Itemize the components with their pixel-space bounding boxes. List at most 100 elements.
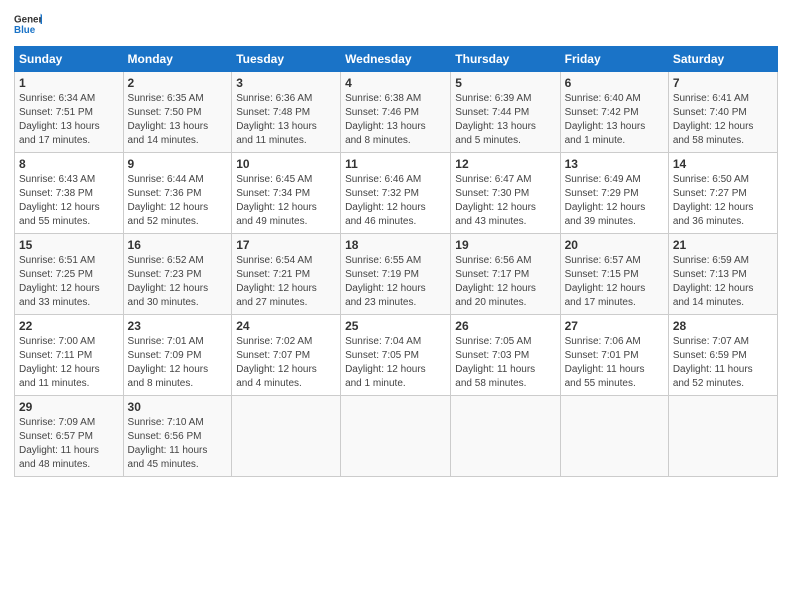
day-info: Daylight: 12 hours	[19, 201, 119, 215]
day-info: Daylight: 13 hours	[236, 120, 336, 134]
day-info: Sunset: 7:25 PM	[19, 268, 119, 282]
day-info: Daylight: 13 hours	[565, 120, 664, 134]
day-info: Sunrise: 6:57 AM	[565, 254, 664, 268]
day-info: Daylight: 11 hours	[455, 363, 555, 377]
day-info: and 20 minutes.	[455, 296, 555, 310]
day-info: Sunrise: 7:07 AM	[673, 335, 773, 349]
day-info: Sunrise: 6:40 AM	[565, 92, 664, 106]
day-info: and 11 minutes.	[19, 377, 119, 391]
day-info: Sunrise: 6:54 AM	[236, 254, 336, 268]
day-info: Sunset: 7:15 PM	[565, 268, 664, 282]
col-header-saturday: Saturday	[668, 47, 777, 72]
day-number: 27	[565, 319, 664, 333]
day-info: Daylight: 13 hours	[19, 120, 119, 134]
day-info: Sunrise: 6:50 AM	[673, 173, 773, 187]
day-number: 9	[128, 157, 228, 171]
col-header-friday: Friday	[560, 47, 668, 72]
day-number: 7	[673, 76, 773, 90]
day-info: and 48 minutes.	[19, 458, 119, 472]
day-info: Daylight: 11 hours	[565, 363, 664, 377]
day-number: 13	[565, 157, 664, 171]
day-cell: 20Sunrise: 6:57 AMSunset: 7:15 PMDayligh…	[560, 234, 668, 315]
week-row-2: 8Sunrise: 6:43 AMSunset: 7:38 PMDaylight…	[15, 153, 778, 234]
day-info: Daylight: 12 hours	[673, 282, 773, 296]
day-info: Sunrise: 7:04 AM	[345, 335, 446, 349]
day-number: 24	[236, 319, 336, 333]
day-info: Sunset: 7:29 PM	[565, 187, 664, 201]
day-info: Daylight: 13 hours	[128, 120, 228, 134]
day-number: 26	[455, 319, 555, 333]
day-info: and 33 minutes.	[19, 296, 119, 310]
day-cell: 7Sunrise: 6:41 AMSunset: 7:40 PMDaylight…	[668, 72, 777, 153]
svg-text:Blue: Blue	[14, 25, 36, 36]
day-cell: 5Sunrise: 6:39 AMSunset: 7:44 PMDaylight…	[451, 72, 560, 153]
day-number: 6	[565, 76, 664, 90]
day-info: Daylight: 12 hours	[455, 282, 555, 296]
day-info: Sunset: 7:48 PM	[236, 106, 336, 120]
day-cell: 3Sunrise: 6:36 AMSunset: 7:48 PMDaylight…	[232, 72, 341, 153]
day-info: and 52 minutes.	[673, 377, 773, 391]
day-info: Daylight: 12 hours	[128, 363, 228, 377]
main-container: General Blue SundayMondayTuesdayWednesda…	[0, 0, 792, 487]
day-number: 20	[565, 238, 664, 252]
day-number: 14	[673, 157, 773, 171]
day-info: Sunrise: 6:52 AM	[128, 254, 228, 268]
day-info: Sunset: 6:59 PM	[673, 349, 773, 363]
day-info: Sunrise: 6:44 AM	[128, 173, 228, 187]
day-cell: 16Sunrise: 6:52 AMSunset: 7:23 PMDayligh…	[123, 234, 232, 315]
day-info: Sunrise: 7:09 AM	[19, 416, 119, 430]
day-info: Sunset: 7:03 PM	[455, 349, 555, 363]
day-info: Sunset: 7:44 PM	[455, 106, 555, 120]
day-cell: 11Sunrise: 6:46 AMSunset: 7:32 PMDayligh…	[341, 153, 451, 234]
col-header-monday: Monday	[123, 47, 232, 72]
day-info: and 52 minutes.	[128, 215, 228, 229]
day-number: 2	[128, 76, 228, 90]
day-info: and 8 minutes.	[345, 134, 446, 148]
day-info: Daylight: 12 hours	[19, 282, 119, 296]
day-number: 8	[19, 157, 119, 171]
day-info: Daylight: 12 hours	[236, 282, 336, 296]
day-number: 12	[455, 157, 555, 171]
day-cell: 9Sunrise: 6:44 AMSunset: 7:36 PMDaylight…	[123, 153, 232, 234]
day-cell	[451, 396, 560, 477]
day-info: and 1 minute.	[345, 377, 446, 391]
day-number: 16	[128, 238, 228, 252]
day-cell: 14Sunrise: 6:50 AMSunset: 7:27 PMDayligh…	[668, 153, 777, 234]
day-info: and 14 minutes.	[128, 134, 228, 148]
day-info: Daylight: 12 hours	[565, 201, 664, 215]
day-info: Sunrise: 6:43 AM	[19, 173, 119, 187]
day-cell	[668, 396, 777, 477]
day-info: Sunset: 7:09 PM	[128, 349, 228, 363]
day-info: Sunrise: 6:34 AM	[19, 92, 119, 106]
day-info: Sunset: 7:13 PM	[673, 268, 773, 282]
day-number: 4	[345, 76, 446, 90]
day-info: Sunrise: 6:59 AM	[673, 254, 773, 268]
day-info: Sunset: 7:34 PM	[236, 187, 336, 201]
day-cell: 24Sunrise: 7:02 AMSunset: 7:07 PMDayligh…	[232, 315, 341, 396]
day-info: Daylight: 11 hours	[19, 444, 119, 458]
day-number: 15	[19, 238, 119, 252]
day-info: and 1 minute.	[565, 134, 664, 148]
day-info: and 17 minutes.	[19, 134, 119, 148]
day-info: and 46 minutes.	[345, 215, 446, 229]
day-cell: 15Sunrise: 6:51 AMSunset: 7:25 PMDayligh…	[15, 234, 124, 315]
day-info: and 30 minutes.	[128, 296, 228, 310]
day-info: and 4 minutes.	[236, 377, 336, 391]
week-row-4: 22Sunrise: 7:00 AMSunset: 7:11 PMDayligh…	[15, 315, 778, 396]
day-cell: 2Sunrise: 6:35 AMSunset: 7:50 PMDaylight…	[123, 72, 232, 153]
day-number: 30	[128, 400, 228, 414]
day-info: Sunrise: 6:46 AM	[345, 173, 446, 187]
day-info: Sunset: 7:27 PM	[673, 187, 773, 201]
day-info: and 39 minutes.	[565, 215, 664, 229]
day-number: 1	[19, 76, 119, 90]
day-info: Sunset: 7:11 PM	[19, 349, 119, 363]
day-info: and 58 minutes.	[455, 377, 555, 391]
logo: General Blue	[14, 10, 46, 38]
day-cell: 27 Sunrise: 7:06 AMSunset: 7:01 PMDayligh…	[560, 315, 668, 396]
day-info: Sunrise: 7:02 AM	[236, 335, 336, 349]
day-info: Daylight: 12 hours	[128, 201, 228, 215]
day-info: Sunset: 7:01 PM	[565, 349, 664, 363]
day-info: Sunrise: 7:06 AM	[565, 335, 664, 349]
day-info: and 8 minutes.	[128, 377, 228, 391]
day-info: Sunrise: 6:39 AM	[455, 92, 555, 106]
